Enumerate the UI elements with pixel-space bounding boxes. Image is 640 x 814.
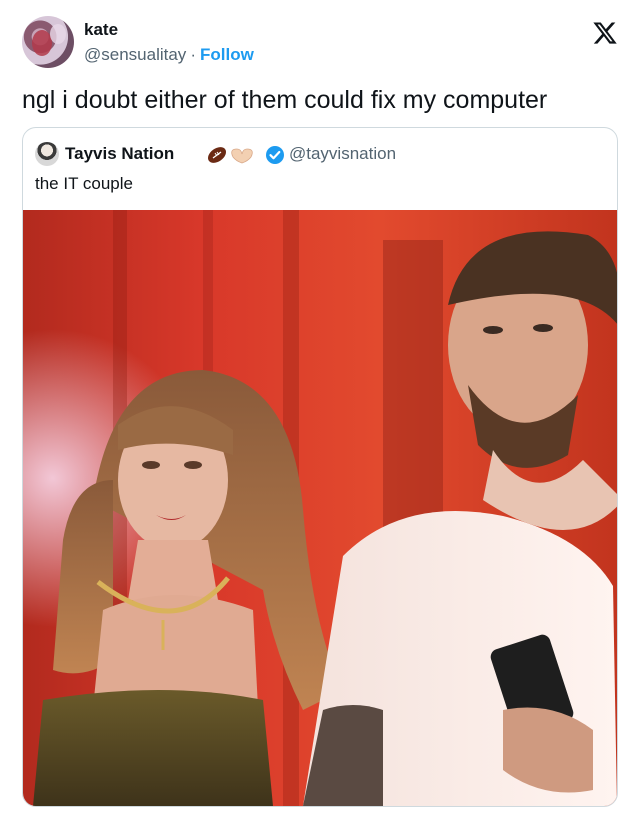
quoted-author-handle[interactable]: @tayvisnation	[289, 144, 396, 164]
quoted-tweet[interactable]: Tayvis Nation @tayvisnation the IT coupl…	[22, 127, 618, 807]
quoted-tweet-photo[interactable]	[23, 210, 617, 806]
photo-illustration	[23, 210, 617, 806]
author-name[interactable]: kate	[84, 20, 118, 40]
author-handle[interactable]: @sensualitay	[84, 45, 186, 64]
verified-badge-icon	[266, 146, 284, 164]
football-emoji-icon	[207, 147, 227, 163]
tweet-text: ngl i doubt either of them could fix my …	[22, 86, 548, 114]
separator-dot: ·	[190, 45, 196, 64]
quoted-author-name[interactable]: Tayvis Nation	[65, 144, 174, 164]
tweet-header: kate @sensualitay · Follow	[22, 14, 622, 74]
x-logo-icon[interactable]	[592, 20, 618, 46]
name-emojis	[207, 146, 284, 164]
heart-hands-emoji-icon	[231, 148, 253, 164]
quoted-tweet-text: the IT couple	[35, 174, 133, 193]
author-avatar[interactable]	[22, 16, 74, 68]
follow-button[interactable]: Follow	[200, 45, 254, 64]
quoted-author-avatar[interactable]	[35, 142, 59, 166]
author-subline: @sensualitay · Follow	[84, 45, 254, 65]
quoted-tweet-header: Tayvis Nation @tayvisnation	[35, 142, 605, 166]
